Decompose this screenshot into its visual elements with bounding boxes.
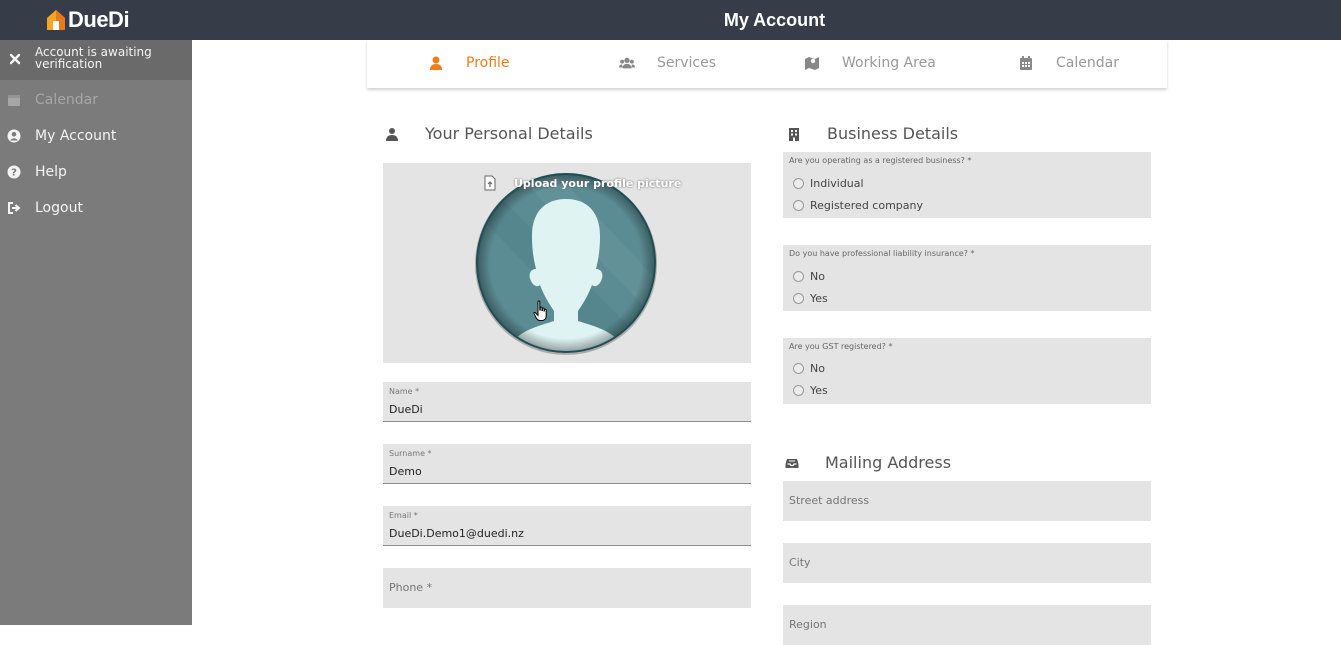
close-icon[interactable] <box>8 52 22 66</box>
user-circle-icon <box>7 129 21 143</box>
radio-label: Yes <box>810 384 828 397</box>
calendar-icon <box>8 95 20 106</box>
file-upload-icon <box>484 175 496 191</box>
radio-label: Registered company <box>810 199 923 212</box>
tab-services[interactable]: Services <box>619 40 716 86</box>
inbox-icon <box>785 458 799 468</box>
logo-text: DueDi <box>68 7 130 32</box>
sign-out-icon <box>8 202 21 214</box>
radio-label: Individual <box>810 177 864 190</box>
sidebar-item-label: Calendar <box>35 92 98 108</box>
sidebar-item-label: Help <box>35 164 67 180</box>
sidebar-item-logout[interactable]: Logout <box>0 190 192 226</box>
calendar-icon <box>1020 56 1032 70</box>
surname-field-label: Surname * <box>389 449 432 458</box>
city-input[interactable] <box>789 556 1139 569</box>
radio-circle[interactable] <box>793 363 804 374</box>
section-title: Mailing Address <box>825 453 952 472</box>
tab-working-area[interactable]: Working Area <box>804 40 936 86</box>
hand-cursor-icon <box>533 300 547 321</box>
user-icon <box>430 56 442 70</box>
tab-profile[interactable]: Profile <box>428 40 510 86</box>
radio-individual[interactable]: Individual <box>793 177 864 190</box>
verification-notice: Account is awaiting verification <box>0 40 192 80</box>
phone-field[interactable] <box>383 568 751 608</box>
question-text: Are you GST registered? * <box>789 342 893 351</box>
radio-circle[interactable] <box>793 385 804 396</box>
section-title: Your Personal Details <box>425 124 593 143</box>
tab-label: Working Area <box>842 55 936 71</box>
business-details-heading: Business Details <box>787 124 958 143</box>
map-icon <box>805 57 819 70</box>
radio-circle[interactable] <box>793 178 804 189</box>
registered-business-question: Are you operating as a registered busine… <box>783 152 1151 218</box>
sidebar-item-label: My Account <box>35 128 117 144</box>
liability-insurance-question: Do you have professional liability insur… <box>783 245 1151 311</box>
radio-gst-no[interactable]: No <box>793 362 825 375</box>
notice-text: Account is awaiting verification <box>35 45 152 71</box>
name-input[interactable] <box>389 403 739 416</box>
tab-calendar[interactable]: Calendar <box>1018 40 1119 86</box>
profile-picture-upload[interactable]: Upload your profile picture <box>383 163 751 363</box>
tab-label: Profile <box>466 55 510 71</box>
sidebar-item-my-account[interactable]: My Account <box>0 118 192 154</box>
upload-text: Upload your profile picture <box>514 176 682 190</box>
tab-label: Services <box>657 55 717 71</box>
surname-input[interactable] <box>389 465 739 478</box>
radio-label: No <box>810 270 825 283</box>
question-circle-icon: ? <box>7 165 21 179</box>
name-field-label: Name * <box>389 387 420 396</box>
logo[interactable]: DueDi <box>46 7 130 33</box>
radio-insurance-yes[interactable]: Yes <box>793 292 828 305</box>
house-logo-icon <box>47 10 65 30</box>
page-title: My Account <box>723 10 826 30</box>
email-input[interactable] <box>389 527 739 540</box>
street-address-input[interactable] <box>789 494 1139 507</box>
street-address-field[interactable] <box>783 481 1151 521</box>
personal-details-heading: Your Personal Details <box>385 124 593 143</box>
upload-label[interactable]: Upload your profile picture <box>484 175 681 191</box>
account-tabs: Profile Services Working Area Calendar <box>367 40 1167 88</box>
question-text: Do you have professional liability insur… <box>789 249 975 258</box>
section-title: Business Details <box>827 124 959 143</box>
phone-input[interactable] <box>389 581 739 594</box>
svg-text:?: ? <box>11 168 17 179</box>
email-field-label: Email * <box>389 511 418 520</box>
sidebar-item-calendar[interactable]: Calendar <box>0 82 192 118</box>
radio-circle[interactable] <box>793 271 804 282</box>
users-icon <box>619 57 635 69</box>
email-field[interactable]: Email * <box>383 506 751 546</box>
mailing-address-heading: Mailing Address <box>785 453 951 472</box>
user-icon <box>386 127 398 141</box>
radio-circle[interactable] <box>793 293 804 304</box>
sidebar-item-help[interactable]: ? Help <box>0 154 192 190</box>
sidebar: Account is awaiting verification Calenda… <box>0 40 192 625</box>
surname-field[interactable]: Surname * <box>383 444 751 484</box>
name-field[interactable]: Name * <box>383 382 751 422</box>
radio-label: Yes <box>810 292 828 305</box>
city-field[interactable] <box>783 543 1151 583</box>
tab-label: Calendar <box>1056 55 1119 71</box>
question-text: Are you operating as a registered busine… <box>789 156 972 165</box>
radio-insurance-no[interactable]: No <box>793 270 825 283</box>
building-icon <box>789 127 799 141</box>
radio-registered-company[interactable]: Registered company <box>793 199 923 212</box>
radio-gst-yes[interactable]: Yes <box>793 384 828 397</box>
top-bar: DueDi My Account <box>0 0 1341 40</box>
sidebar-item-label: Logout <box>35 200 83 216</box>
region-field[interactable] <box>783 605 1151 645</box>
gst-registered-question: Are you GST registered? * No Yes <box>783 338 1151 404</box>
radio-circle[interactable] <box>793 200 804 211</box>
avatar-placeholder[interactable] <box>474 171 658 355</box>
radio-label: No <box>810 362 825 375</box>
